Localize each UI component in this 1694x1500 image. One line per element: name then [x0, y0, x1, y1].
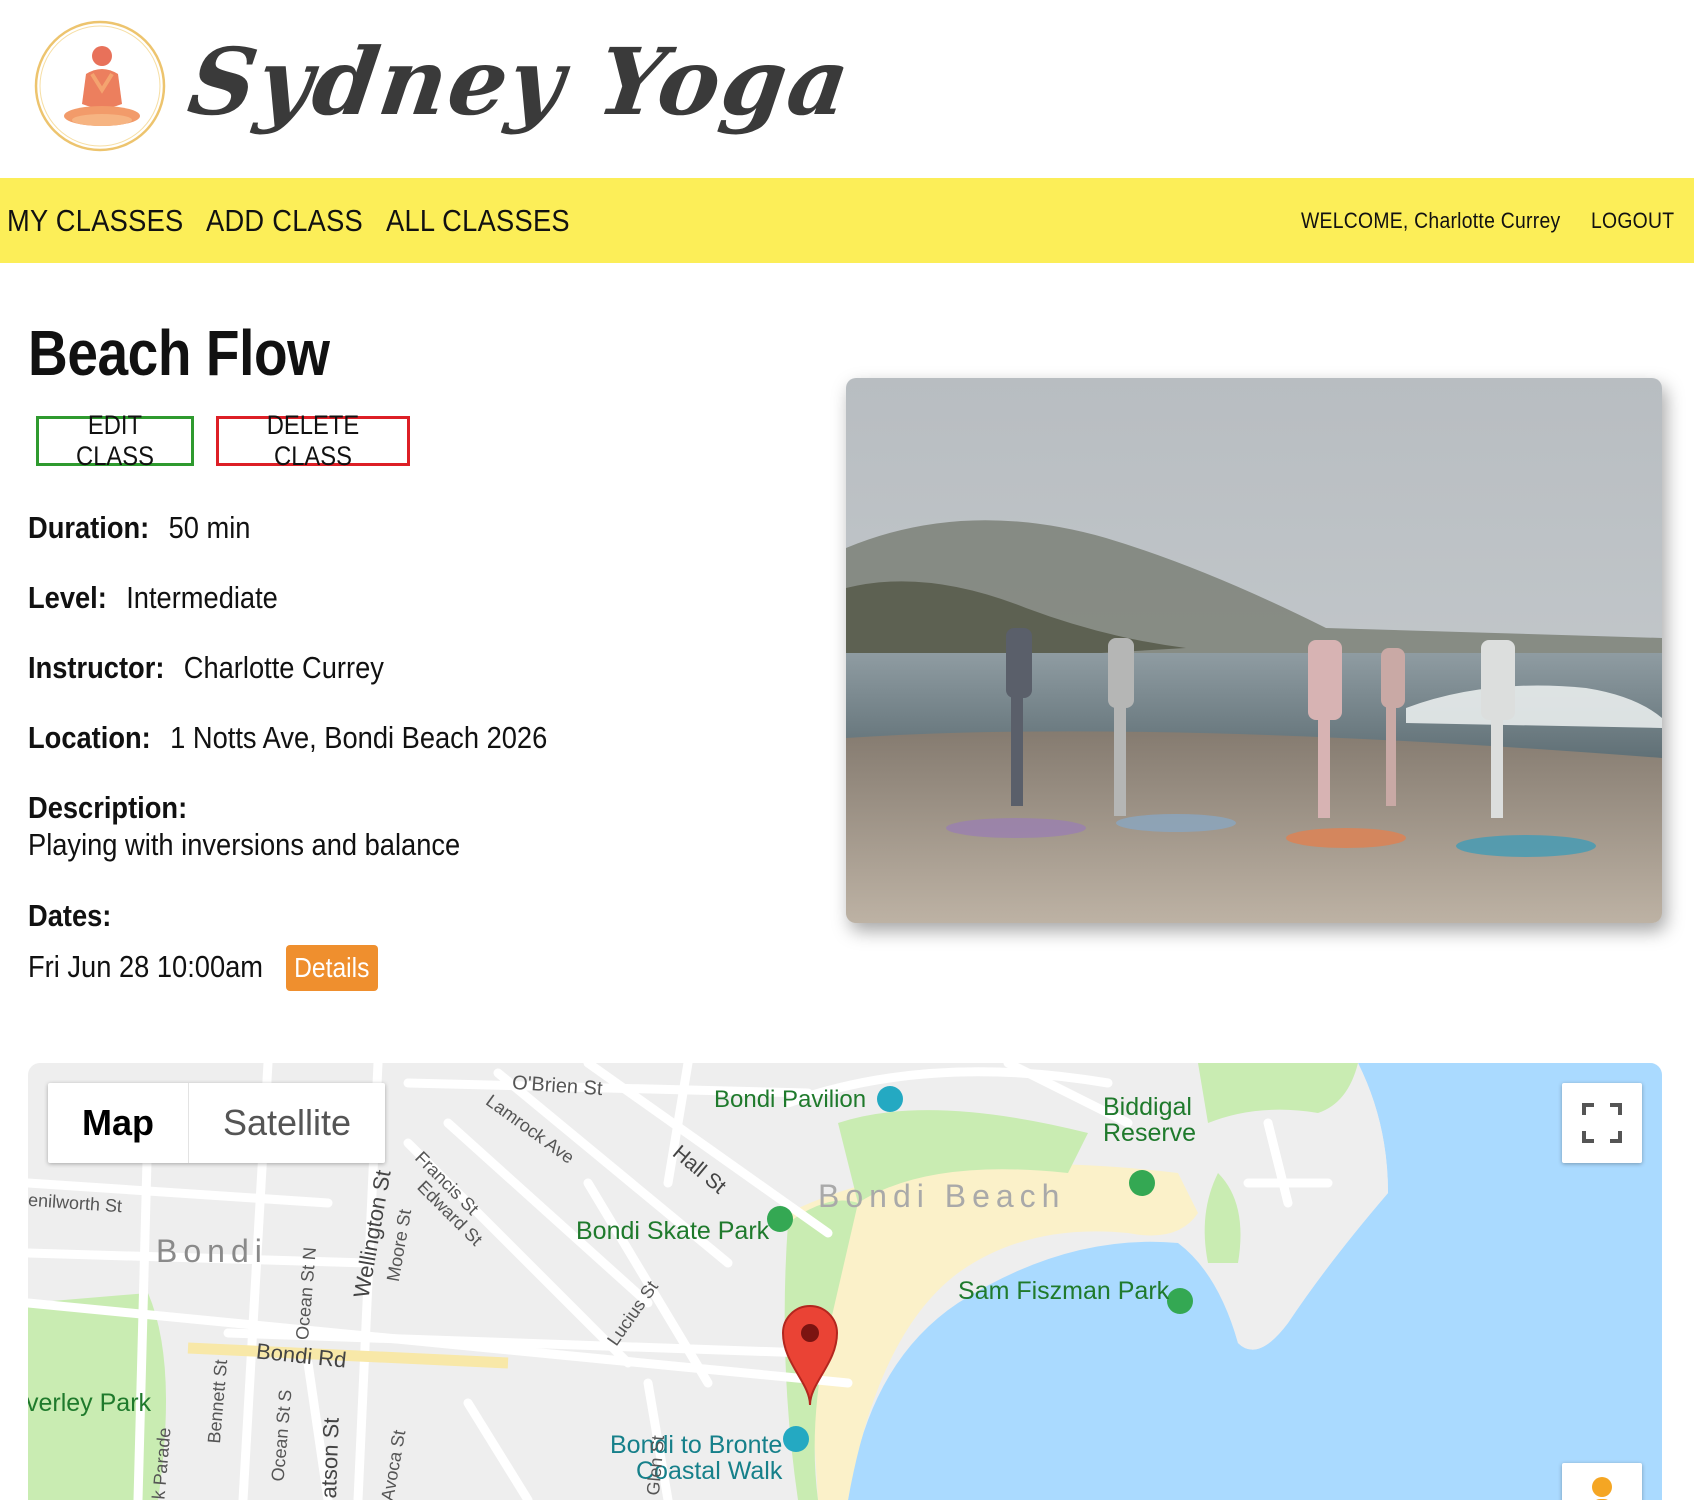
map-type-map-button[interactable]: Map: [48, 1083, 189, 1163]
map-label-sam-fiszman[interactable]: Sam Fiszman Park: [958, 1277, 1169, 1306]
level-row: Level: Intermediate: [28, 580, 278, 616]
map-label-biddigal-1[interactable]: Biddigal: [1103, 1093, 1192, 1122]
edit-class-button[interactable]: EDIT CLASS: [36, 410, 194, 471]
fullscreen-button[interactable]: [1562, 1083, 1642, 1163]
description-label: Description:: [28, 790, 188, 825]
map-label-waverley-park[interactable]: verley Park: [28, 1389, 151, 1418]
map-label-bondi-bronte-1[interactable]: Bondi to Bronte: [610, 1431, 782, 1460]
instructor-label: Instructor:: [28, 650, 165, 685]
dates-label: Dates:: [28, 898, 112, 933]
location-label: Location:: [28, 720, 151, 755]
pegman-icon: [1592, 1477, 1612, 1500]
date-item: Fri Jun 28 10:00am: [28, 949, 264, 984]
welcome-text: WELCOME, Charlotte Currey: [1301, 208, 1561, 233]
duration-label: Duration:: [28, 510, 150, 545]
level-label: Level:: [28, 580, 107, 615]
nav-logout[interactable]: LOGOUT: [1591, 178, 1674, 263]
delete-class-label: DELETE CLASS: [266, 410, 360, 471]
class-photo: [846, 378, 1662, 923]
map-type-satellite-button[interactable]: Satellite: [189, 1083, 385, 1163]
edit-class-label: EDIT CLASS: [76, 410, 154, 471]
map-label-bondi: Bondi: [156, 1233, 268, 1269]
instructor-value: Charlotte Currey: [183, 650, 384, 685]
logo-icon: [34, 20, 166, 152]
duration-value: 50 min: [168, 510, 251, 545]
duration-row: Duration: 50 min: [28, 510, 250, 546]
instructor-row: Instructor: Charlotte Currey: [28, 650, 384, 686]
level-value: Intermediate: [126, 580, 278, 615]
details-label: Details: [294, 952, 370, 983]
map-label-watson-st: atson St: [315, 1417, 344, 1499]
map-label-skate-park[interactable]: Bondi Skate Park: [576, 1217, 769, 1246]
location-row: Location: 1 Notts Ave, Bondi Beach 2026: [28, 720, 547, 756]
map-label-biddigal-2[interactable]: Reserve: [1103, 1119, 1196, 1148]
delete-class-button[interactable]: DELETE CLASS: [216, 410, 410, 471]
page-title: Beach Flow: [28, 317, 330, 389]
map-type-toggle: Map Satellite: [48, 1083, 386, 1163]
location-value: 1 Notts Ave, Bondi Beach 2026: [170, 720, 548, 755]
navbar: MY CLASSES ADD CLASS ALL CLASSES WELCOME…: [0, 178, 1694, 263]
brand-name[interactable]: Sydney Yoga: [182, 28, 857, 136]
nav-my-classes[interactable]: MY CLASSES: [7, 178, 184, 263]
details-button[interactable]: Details: [286, 945, 378, 991]
location-map[interactable]: Bondi Pavilion Biddigal Reserve Bondi Be…: [28, 1063, 1662, 1500]
street-view-button[interactable]: [1562, 1463, 1642, 1500]
nav-all-classes[interactable]: ALL CLASSES: [386, 178, 570, 263]
map-label-bondi-pavilion[interactable]: Bondi Pavilion: [714, 1086, 866, 1114]
nav-add-class[interactable]: ADD CLASS: [206, 178, 363, 263]
fullscreen-icon: [1582, 1103, 1622, 1143]
map-label-bondi-beach: Bondi Beach: [818, 1178, 1066, 1214]
description-value: Playing with inversions and balance: [28, 827, 461, 862]
